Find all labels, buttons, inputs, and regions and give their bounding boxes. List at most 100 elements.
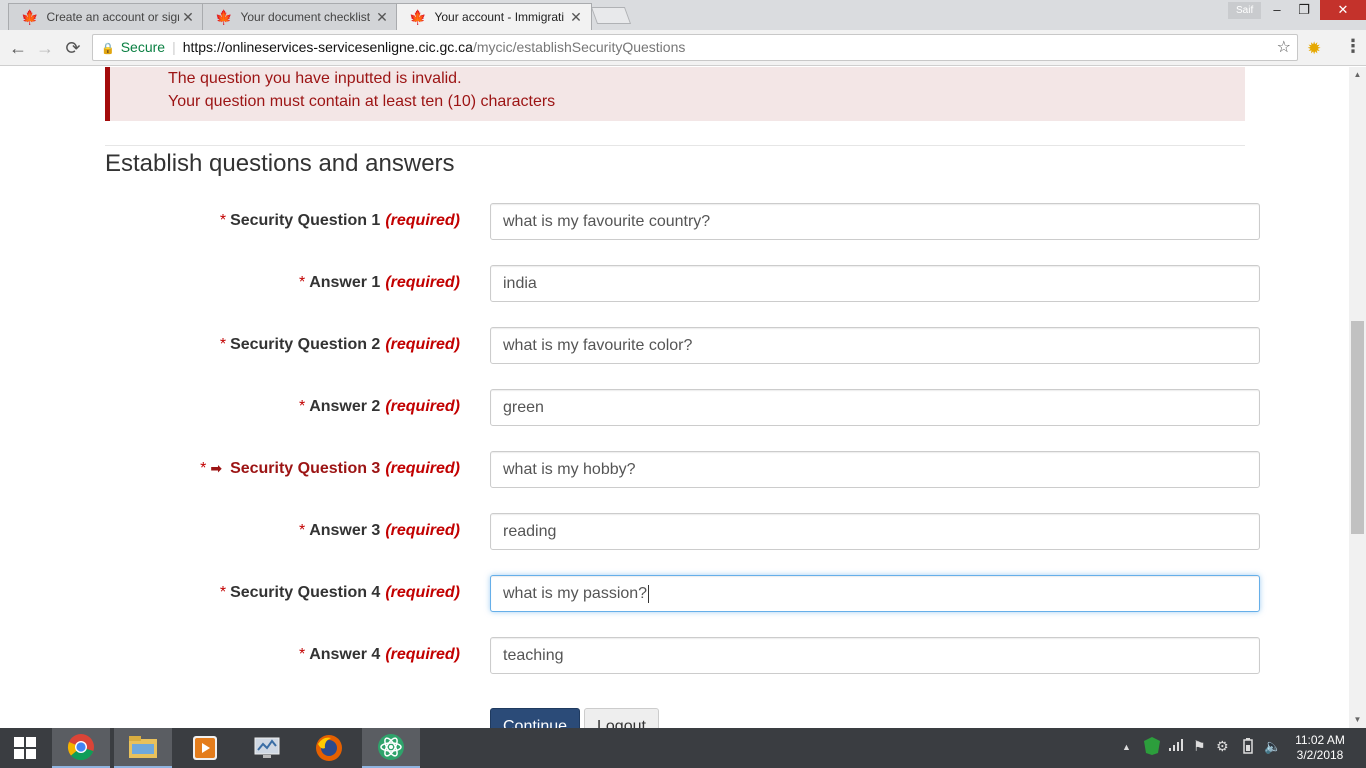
required-asterisk: *	[298, 522, 306, 539]
field-label: Answer 3	[309, 522, 381, 539]
tray-expand-icon[interactable]: ▲	[1122, 742, 1131, 752]
taskbar-firefox[interactable]	[300, 728, 358, 768]
bookmark-star-icon[interactable]: ☆	[1277, 35, 1291, 60]
scrollbar-thumb[interactable]	[1351, 321, 1364, 534]
security-question-3-input[interactable]: what is my hobby?	[490, 451, 1260, 488]
taskbar-clock[interactable]: 11:02 AM 3/2/2018	[1290, 733, 1350, 763]
flag-icon[interactable]: ⚑	[1193, 738, 1206, 755]
url-separator: |	[172, 39, 176, 55]
folder-icon	[129, 736, 157, 758]
tray-app-icon[interactable]	[1143, 736, 1161, 759]
answer-4-label: * Answer 4 (required)	[299, 646, 460, 664]
security-question-4-input[interactable]: what is my passion?	[490, 575, 1260, 612]
field-label: Security Question 2	[230, 336, 381, 353]
vertical-scrollbar[interactable]: ▲ ▼	[1349, 67, 1366, 728]
minimize-icon[interactable]: –	[1262, 0, 1292, 20]
tab-create-account[interactable]: 🍁 Create an account or sign ✕	[8, 3, 204, 30]
required-asterisk: *	[298, 398, 306, 415]
security-question-2-label: * Security Question 2 (required)	[220, 336, 460, 354]
forward-arrow-icon[interactable]: →	[33, 36, 57, 60]
required-asterisk: *	[219, 336, 227, 353]
required-asterisk: *	[298, 646, 306, 663]
maple-leaf-icon: 🍁	[409, 8, 427, 25]
tab-your-account[interactable]: 🍁 Your account - Immigrati ✕	[396, 3, 592, 30]
lock-icon: 🔒	[101, 43, 115, 55]
tab-close-icon[interactable]: ✕	[373, 9, 391, 26]
atom-icon	[378, 734, 404, 760]
extension-sun-icon[interactable]: ✹	[1307, 39, 1321, 59]
reload-icon[interactable]: ⟳	[61, 36, 85, 60]
window-close-icon[interactable]: ✕	[1320, 0, 1366, 20]
scroll-down-icon[interactable]: ▼	[1349, 712, 1366, 728]
answer-4-input[interactable]: teaching	[490, 637, 1260, 674]
required-note: (required)	[385, 522, 460, 539]
required-note: (required)	[385, 584, 460, 601]
profile-badge[interactable]: Saif	[1228, 2, 1262, 19]
network-bars-icon[interactable]	[1168, 738, 1184, 755]
maple-leaf-icon: 🍁	[21, 8, 39, 25]
field-label: Security Question 1	[230, 212, 381, 229]
field-label: Answer 1	[309, 274, 381, 291]
security-question-1-label: * Security Question 1 (required)	[220, 212, 460, 230]
windows-taskbar: ▲ ⚑ ⚙ 🔈 11:02 AM 3/2/2018	[0, 728, 1366, 768]
required-note: (required)	[385, 398, 460, 415]
required-note: (required)	[385, 336, 460, 353]
page-title: Establish questions and answers	[105, 150, 455, 177]
start-button[interactable]	[0, 728, 50, 768]
taskbar-atom-app[interactable]	[362, 728, 420, 768]
answer-1-input[interactable]: india	[490, 265, 1260, 302]
battery-icon[interactable]	[1240, 738, 1256, 757]
battery-shape-icon	[1243, 738, 1253, 754]
answer-2-input[interactable]: green	[490, 389, 1260, 426]
secure-label: Secure	[120, 39, 166, 55]
required-asterisk: *	[219, 584, 227, 601]
continue-button[interactable]: Continue	[490, 708, 580, 728]
maple-leaf-icon: 🍁	[215, 8, 233, 25]
signal-icon	[1169, 739, 1183, 751]
required-note: (required)	[385, 460, 460, 477]
required-note: (required)	[385, 212, 460, 229]
chrome-icon	[67, 734, 94, 761]
scroll-up-icon[interactable]: ▲	[1349, 67, 1366, 83]
logout-button[interactable]: Logout	[584, 708, 659, 728]
page-viewport: The question you have inputted is invali…	[0, 67, 1349, 728]
back-arrow-icon[interactable]: ←	[6, 36, 30, 60]
input-value: what is my passion?	[503, 585, 648, 602]
error-line: The question you have inputted is invali…	[168, 70, 462, 87]
windows-logo-icon	[14, 737, 36, 759]
taskbar-file-explorer[interactable]	[114, 728, 172, 768]
taskbar-media-player[interactable]	[176, 728, 234, 768]
security-question-4-label: * Security Question 4 (required)	[220, 584, 460, 602]
restore-icon[interactable]: ❐	[1289, 0, 1319, 20]
text-caret	[648, 584, 650, 603]
answer-3-input[interactable]: reading	[490, 513, 1260, 550]
clock-time: 11:02 AM	[1295, 733, 1345, 747]
error-line: Your question must contain at least ten …	[168, 93, 556, 110]
tab-label: Create an account or sign	[46, 10, 179, 24]
firefox-icon	[316, 735, 342, 761]
tab-document-checklist[interactable]: 🍁 Your document checklist ✕	[202, 3, 398, 30]
error-arrow-icon: ➡	[210, 460, 223, 476]
required-asterisk: *	[219, 212, 227, 229]
answer-3-label: * Answer 3 (required)	[299, 522, 460, 540]
tab-label: Your account - Immigrati	[434, 10, 565, 24]
required-asterisk: *	[298, 274, 306, 291]
menu-dots-icon[interactable]: ⋮	[1344, 36, 1362, 57]
taskbar-monitor-app[interactable]	[238, 728, 296, 768]
security-question-2-input[interactable]: what is my favourite color?	[490, 327, 1260, 364]
tab-close-icon[interactable]: ✕	[567, 9, 585, 26]
address-bar[interactable]: 🔒 Secure | https://onlineservices-servicese…	[92, 34, 1298, 61]
security-question-1-input[interactable]: what is my favourite country?	[490, 203, 1260, 240]
tab-close-icon[interactable]: ✕	[179, 9, 197, 26]
field-label: Answer 2	[309, 398, 381, 415]
url-host: https://onlineservices-servicesenligne.c…	[182, 39, 473, 55]
taskbar-chrome[interactable]	[52, 728, 110, 768]
error-alert: The question you have inputted is invali…	[105, 67, 1245, 121]
field-label: Security Question 3	[230, 460, 381, 477]
required-note: (required)	[385, 274, 460, 291]
new-tab-button[interactable]	[590, 7, 632, 24]
url-path: /mycic/establishSecurityQuestions	[472, 39, 686, 55]
volume-icon[interactable]: 🔈	[1264, 738, 1281, 755]
divider	[105, 145, 1245, 146]
tray-icon[interactable]: ⚙	[1216, 738, 1229, 755]
